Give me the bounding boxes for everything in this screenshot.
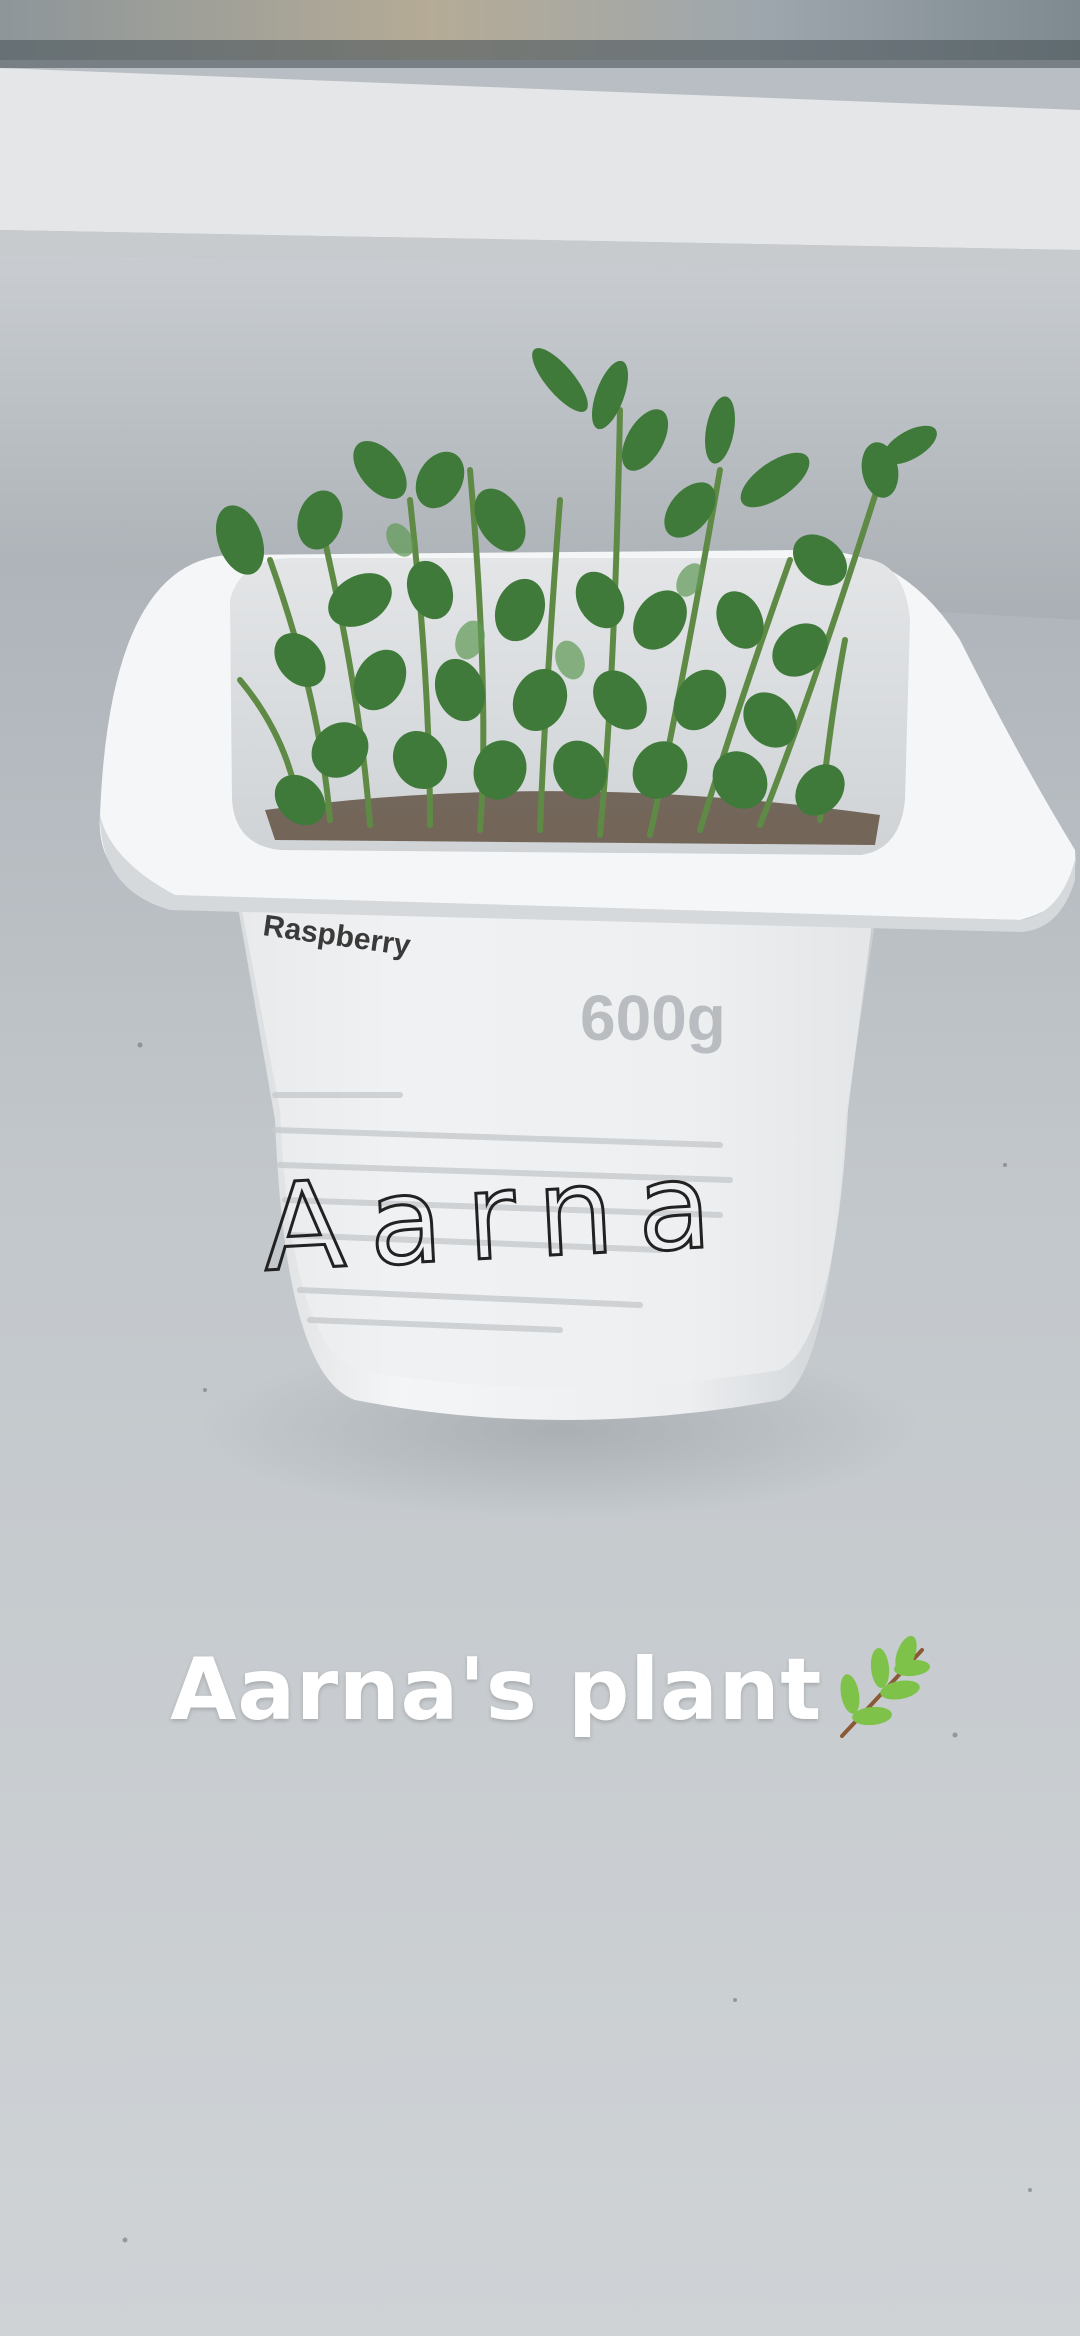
caption-text: Aarna's plant xyxy=(170,1640,822,1740)
photo-scene: Raspberry 600g Aarna Aarna's plant xyxy=(0,0,1080,2336)
pot-handwritten-name: Aarna xyxy=(259,1135,738,1299)
caption-overlay: Aarna's plant xyxy=(0,1632,1080,1748)
herb-icon xyxy=(839,1635,930,1738)
plant-photo: Raspberry 600g Aarna xyxy=(0,0,1080,2336)
pot-weight: 600g xyxy=(580,982,726,1054)
